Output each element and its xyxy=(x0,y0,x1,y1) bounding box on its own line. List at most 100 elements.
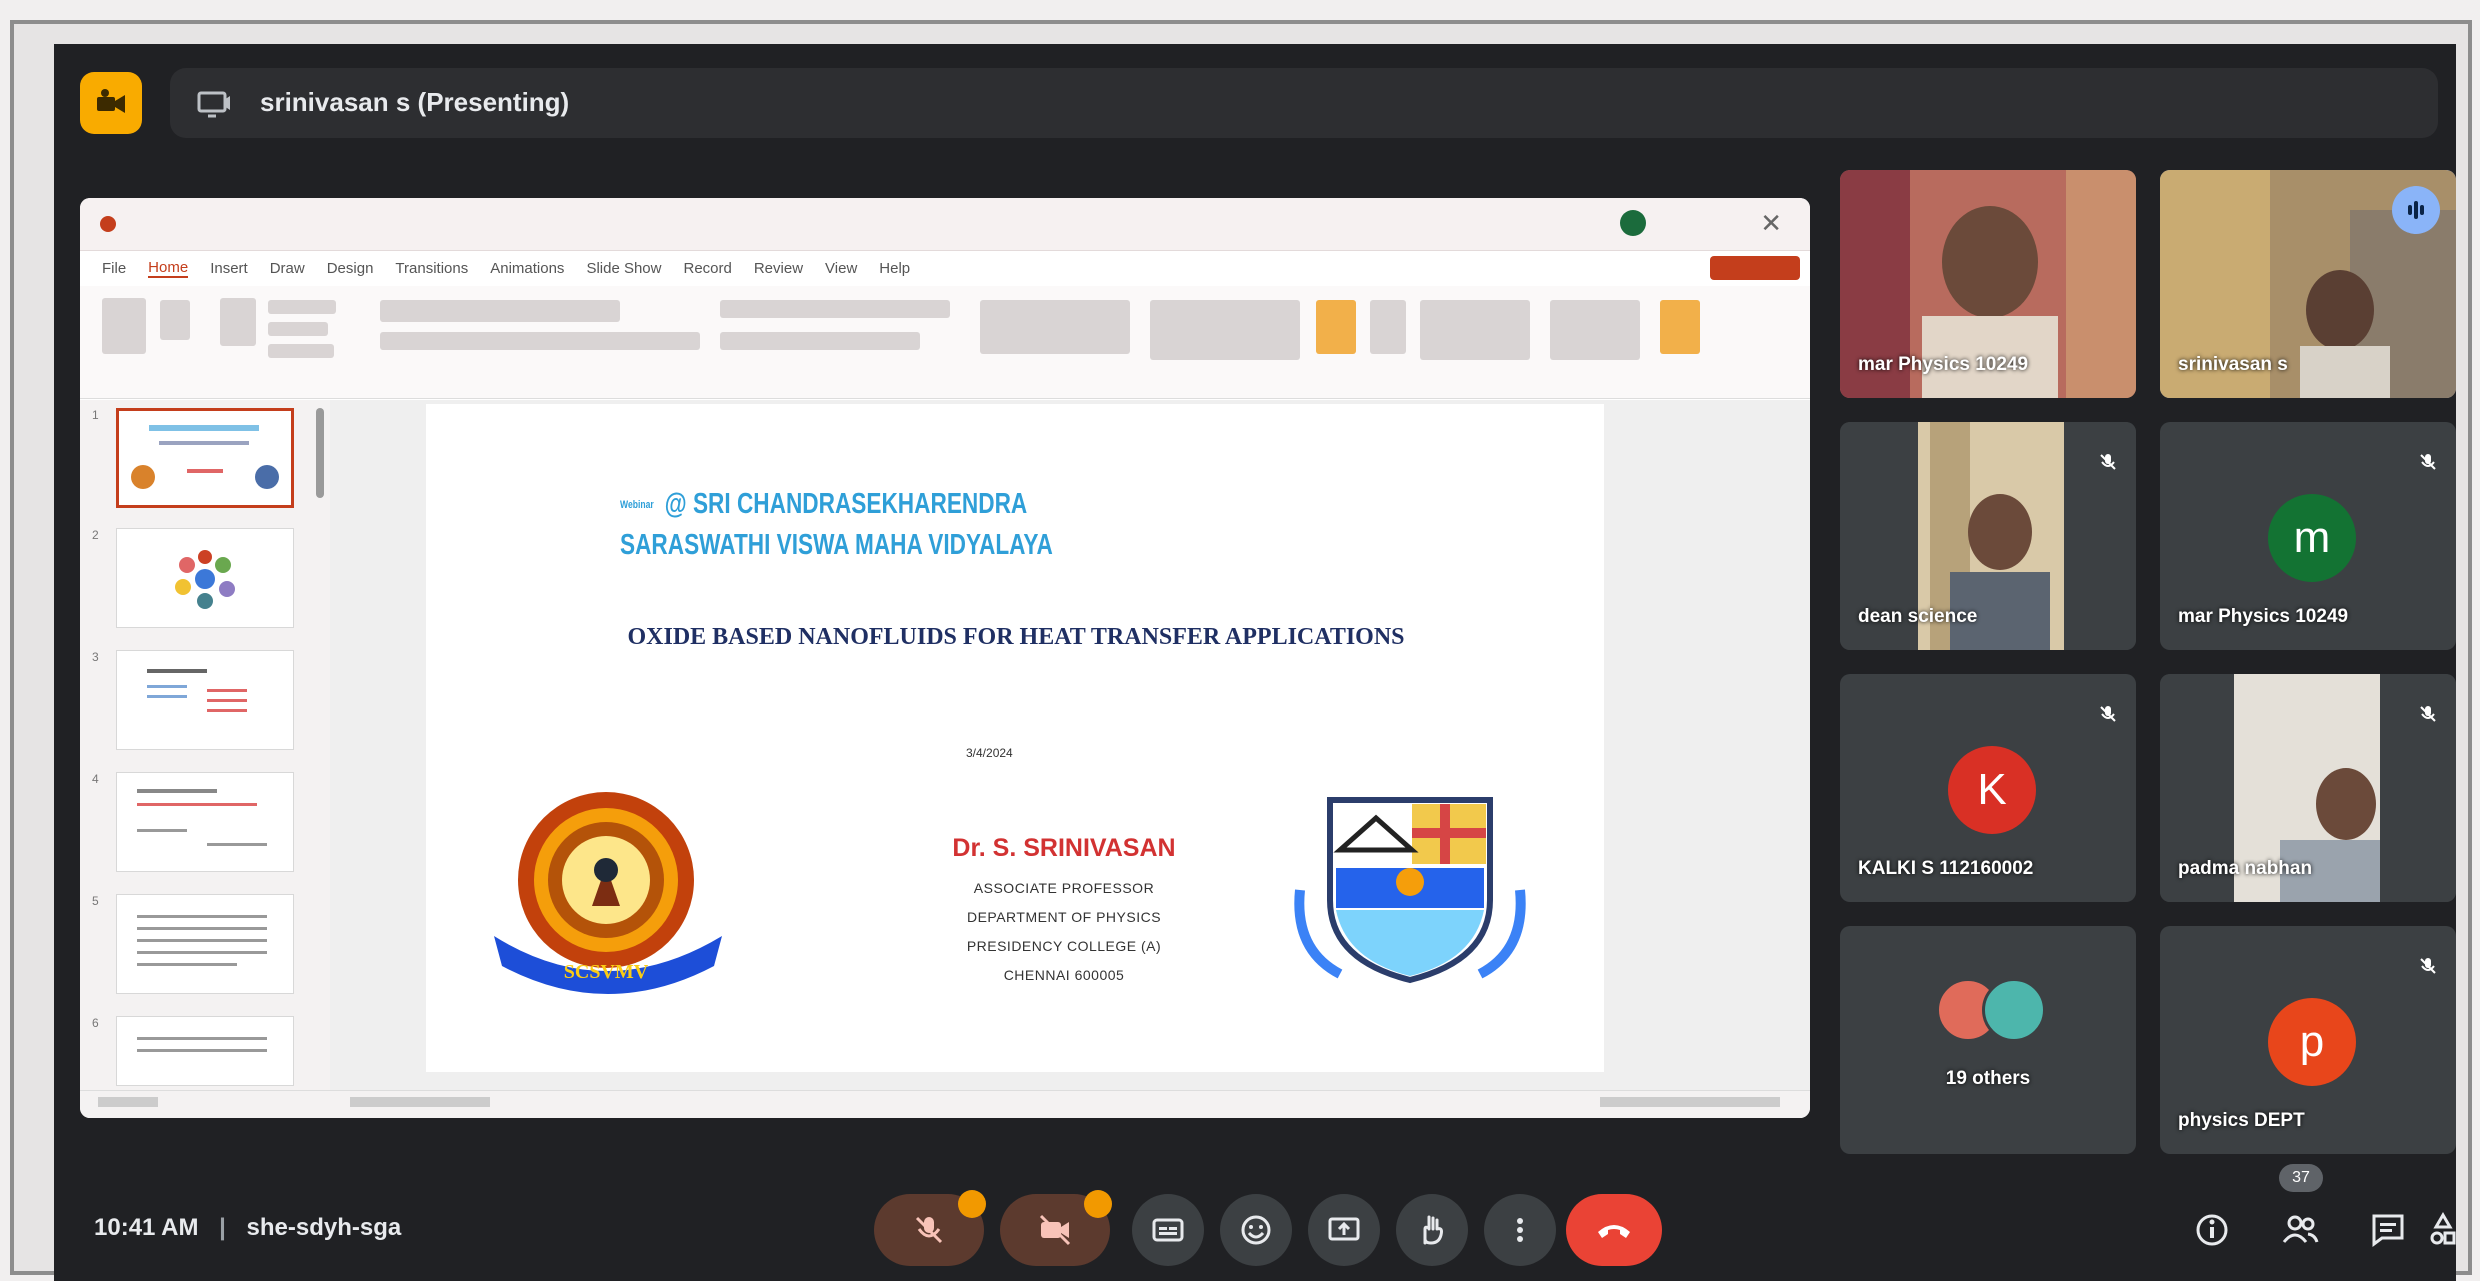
ppt-tab: View xyxy=(825,259,858,277)
participant-tile-avatar[interactable]: K KALKI S 112160002 xyxy=(1840,674,2136,902)
info-icon xyxy=(2196,1214,2228,1246)
chat-button[interactable] xyxy=(2366,1208,2410,1252)
ribbon-control xyxy=(268,322,328,336)
raise-hand-button[interactable] xyxy=(1396,1194,1468,1266)
warning-badge xyxy=(958,1190,986,1218)
status-accessibility xyxy=(350,1097,490,1107)
mic-off-icon xyxy=(2096,450,2120,474)
slide-thumbnail xyxy=(116,772,294,872)
more-options-icon xyxy=(1517,1218,1523,1242)
meeting-code: she-sdyh-sga xyxy=(246,1214,402,1241)
mic-off-icon xyxy=(2416,702,2440,726)
thumb-number: 2 xyxy=(92,528,99,542)
camera-button[interactable] xyxy=(1000,1190,1112,1266)
ppt-tab: Record xyxy=(683,259,732,277)
paragraph-controls xyxy=(720,332,920,350)
meet-logo xyxy=(80,72,142,134)
arrange-icon xyxy=(1316,300,1356,354)
speaking-indicator-icon xyxy=(2392,186,2440,234)
current-slide: Webinar @ SRI CHANDRASEKHARENDRA SARASWAT… xyxy=(426,404,1604,1072)
avatar xyxy=(1982,978,2046,1042)
font-format-controls xyxy=(380,332,700,350)
mic-button[interactable] xyxy=(874,1190,986,1266)
thumb-number: 6 xyxy=(92,1016,99,1030)
slide-date: 3/4/2024 xyxy=(966,746,1013,760)
ppt-ribbon xyxy=(80,286,1810,399)
slide-thumbnail xyxy=(116,528,294,628)
ppt-tab: File xyxy=(102,259,127,277)
participant-name: mar Physics 10249 xyxy=(2178,606,2349,627)
raise-hand-icon xyxy=(1423,1215,1443,1245)
powerpoint-icon xyxy=(100,216,116,232)
ppt-tab: Insert xyxy=(210,259,248,277)
more-options-button[interactable] xyxy=(1484,1194,1556,1266)
ppt-tab: Help xyxy=(879,259,911,277)
participant-name: KALKI S 112160002 xyxy=(1858,858,2034,879)
ppt-status-bar xyxy=(80,1090,1810,1118)
window-close-icon: ✕ xyxy=(1760,208,1782,238)
slide-institution-prefix: Webinar xyxy=(620,499,654,512)
text-direction-controls xyxy=(980,300,1130,354)
reactions-button[interactable] xyxy=(1220,1194,1292,1266)
scsvmv-logo: SCSVMV xyxy=(488,786,728,1001)
presidency-college-crest xyxy=(1290,790,1530,995)
participant-tile-avatar[interactable]: p physics DEPT xyxy=(2160,926,2456,1154)
ppt-tab: Design xyxy=(326,259,374,277)
shape-format-controls xyxy=(1420,300,1530,360)
captions-button[interactable] xyxy=(1132,1194,1204,1266)
warning-badge xyxy=(1084,1190,1112,1218)
slide-thumbnail-selected xyxy=(116,408,294,508)
avatar: m xyxy=(2268,494,2356,582)
captions-icon xyxy=(1152,1218,1184,1242)
ppt-tab-active: Home xyxy=(148,258,189,278)
participant-name: srinivasan s xyxy=(2178,354,2288,375)
mic-off-icon xyxy=(2416,450,2440,474)
participant-name: dean science xyxy=(1858,606,1978,627)
present-button[interactable] xyxy=(1308,1194,1380,1266)
ppt-tab: Slide Show xyxy=(586,259,662,277)
people-button[interactable] xyxy=(2278,1208,2322,1252)
meet-logo-icon xyxy=(97,89,125,113)
slide-line: ASSOCIATE PROFESSOR xyxy=(973,880,1155,896)
mic-off-icon xyxy=(2416,954,2440,978)
ribbon-control xyxy=(160,300,190,340)
slide-line: DEPARTMENT OF PHYSICS xyxy=(966,909,1162,925)
ribbon-control xyxy=(268,300,336,314)
present-icon xyxy=(1328,1217,1360,1241)
thumb-number: 5 xyxy=(92,894,99,908)
ribbon-control xyxy=(268,344,334,358)
presenting-bar: srinivasan s (Presenting) xyxy=(170,68,2438,138)
slide-institution: Webinar @ SRI CHANDRASEKHARENDRA SARASWAT… xyxy=(620,484,1182,565)
ppt-menu-tabs: File Home Insert Draw Design Transitions… xyxy=(102,250,910,286)
mic-off-icon xyxy=(2096,702,2120,726)
hang-up-icon xyxy=(1598,1225,1630,1238)
participant-tile-video[interactable]: padma nabhan xyxy=(2160,674,2456,902)
paragraph-controls xyxy=(720,300,950,318)
activities-button[interactable] xyxy=(2430,1208,2456,1252)
participant-tile-avatar[interactable]: m mar Physics 10249 xyxy=(2160,422,2456,650)
participant-tile-video[interactable]: mar Physics 10249 xyxy=(1840,170,2136,398)
slide-thumbnails: 1 2 3 4 5 6 xyxy=(80,400,330,1090)
paste-icon xyxy=(102,298,146,354)
status-slide-count xyxy=(98,1097,158,1107)
participant-tile-active-speaker[interactable]: srinivasan s xyxy=(2160,170,2456,398)
thumb-number: 3 xyxy=(92,650,99,664)
scsvmv-logo-text: SCSVMV xyxy=(564,961,649,983)
quick-styles-icon xyxy=(1370,300,1406,354)
avatar: p xyxy=(2268,998,2356,1086)
others-tile[interactable]: 19 others xyxy=(1840,926,2136,1154)
leave-call-button[interactable] xyxy=(1566,1194,1662,1266)
meeting-info: 10:41 AM | she-sdyh-sga xyxy=(94,1214,401,1242)
shared-screen: ✕ File Home Insert Draw Design Transitio… xyxy=(80,198,1810,1118)
participant-tile-video[interactable]: dean science xyxy=(1840,422,2136,650)
ppt-tab: Draw xyxy=(269,259,305,277)
ppt-tab: Transitions xyxy=(395,259,469,277)
avatar: K xyxy=(1948,746,2036,834)
presenting-screen-icon xyxy=(192,82,236,126)
activities-icon xyxy=(2430,1212,2456,1245)
slide-title: OXIDE BASED NANOFLUIDS FOR HEAT TRANSFER… xyxy=(627,624,1405,650)
slide-institution-name: @ SRI CHANDRASEKHARENDRA SARASWATHI VISW… xyxy=(620,488,1053,562)
meeting-details-button[interactable] xyxy=(2190,1208,2234,1252)
ppt-tab: Review xyxy=(753,259,804,277)
account-avatar xyxy=(1620,210,1646,236)
